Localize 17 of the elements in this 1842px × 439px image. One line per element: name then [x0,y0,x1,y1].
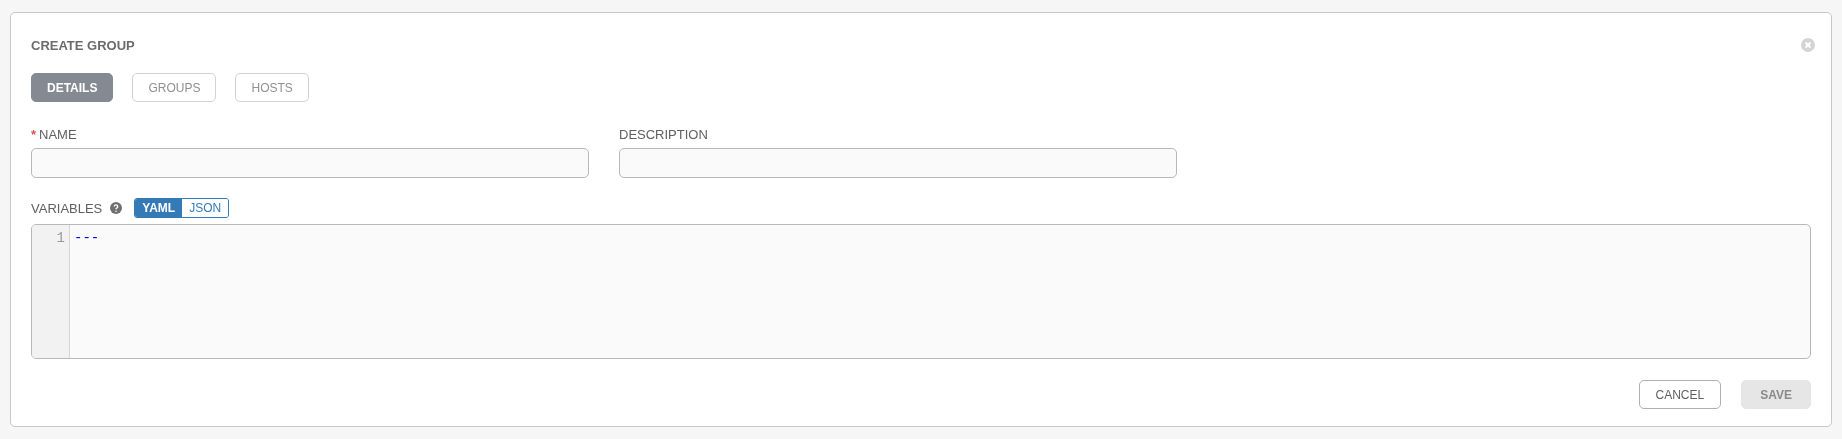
action-button[interactable]: CANCEL [1638,380,1722,409]
tab[interactable]: HOSTS [235,73,309,102]
field-label: VARIABLES [31,200,103,216]
required-mark: * [31,127,37,142]
input-field[interactable] [619,148,1177,178]
code-line: --- [74,230,100,246]
dialog-title: CREATE GROUP [31,37,135,53]
line-number: 1 [55,230,65,246]
close-icon[interactable] [1801,38,1815,52]
field-label: NAME [39,127,77,142]
input-field[interactable] [31,148,589,178]
help-icon[interactable] [110,202,123,214]
tab[interactable]: GROUPS [132,73,217,102]
code-editor[interactable]: 1 --- [31,224,1811,359]
mode-toggle[interactable]: YAML [135,199,183,217]
tab[interactable]: DETAILS [31,73,114,102]
field-label: DESCRIPTION [619,127,708,142]
